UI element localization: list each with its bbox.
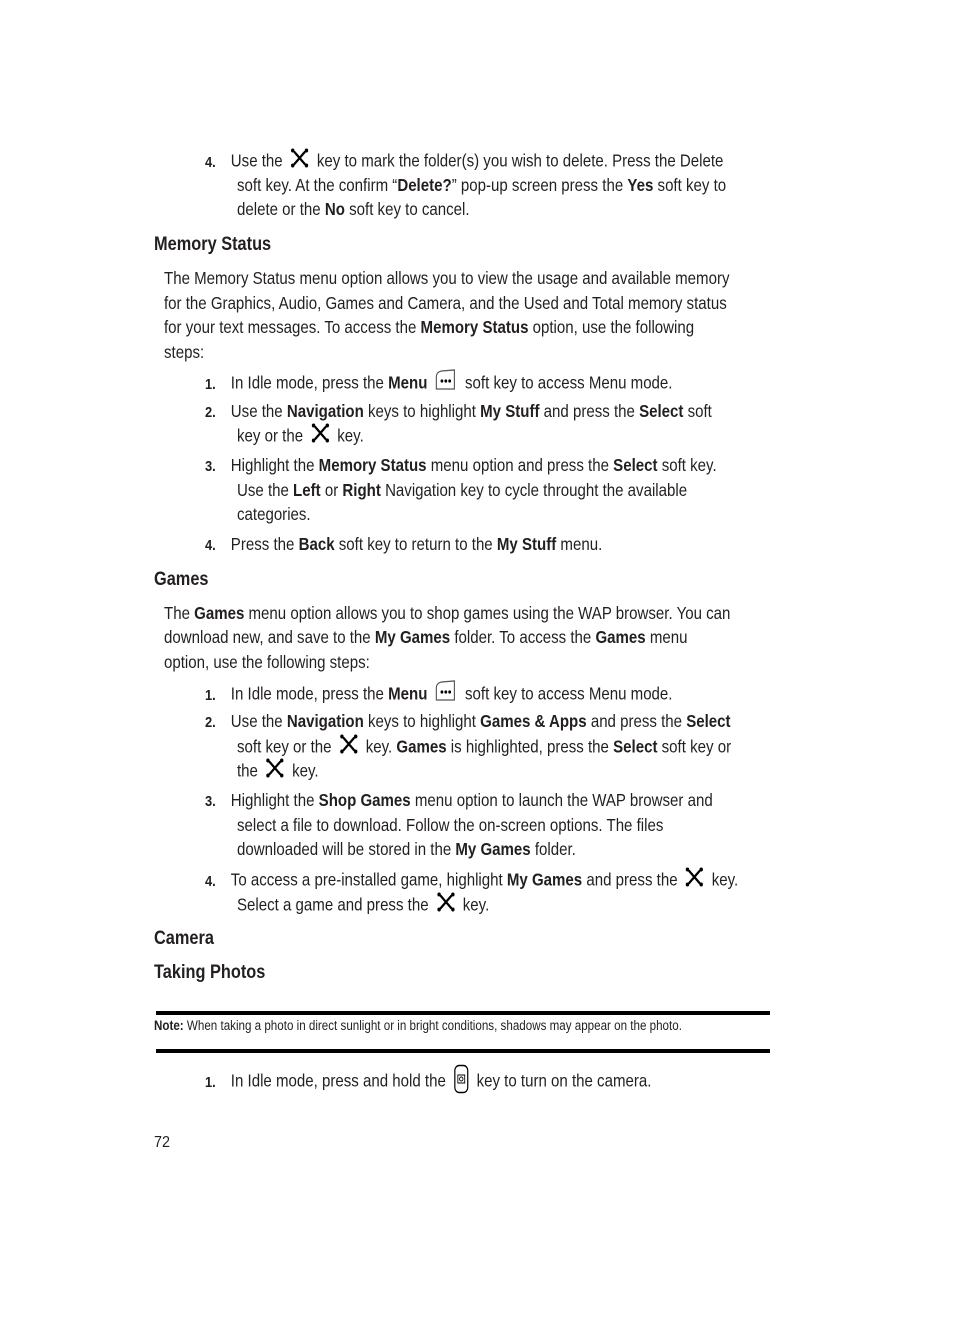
memory-step-2-line-2: key or the key.: [237, 423, 364, 449]
memory-step-4: 4. Press the Back soft key to return to t…: [205, 534, 603, 554]
section-heading-memory-status: Memory Status: [154, 234, 272, 255]
page-number: 72: [154, 1134, 171, 1151]
memory-status-paragraph-line-4: steps:: [164, 342, 205, 362]
memory-status-paragraph-line-1: The Memory Status menu option allows you…: [164, 268, 730, 288]
note-bottom-rule: [156, 1049, 770, 1053]
ok-key-icon: [266, 758, 285, 782]
ok-key-icon: [436, 892, 455, 916]
games-step-2-line-1: 2. Use the Navigation keys to highlight G…: [205, 711, 731, 731]
games-paragraph-line-2: download new, and save to the My Games f…: [164, 627, 688, 647]
games-step-3-line-2: select a file to download. Follow the on…: [237, 815, 664, 835]
games-paragraph-line-1: The Games menu option allows you to shop…: [164, 603, 731, 623]
step-4-delete-line-3: delete or the No soft key to cancel.: [237, 199, 470, 219]
ok-key-icon: [685, 867, 704, 891]
camera-step-1: 1. In Idle mode, press and hold the key t…: [205, 1064, 651, 1099]
games-step-2-line-3: the key.: [237, 758, 319, 784]
memory-status-paragraph-line-2: for the Graphics, Audio, Games and Camer…: [164, 293, 727, 313]
note-label: Note:: [154, 1018, 184, 1033]
menu-soft-key-icon: [435, 680, 457, 706]
games-step-3-line-3: downloaded will be stored in the My Game…: [237, 839, 576, 859]
note: Note: When taking a photo in direct sunl…: [154, 1018, 682, 1034]
memory-step-2-line-1: 2. Use the Navigation keys to highlight M…: [205, 401, 712, 421]
step-4-delete-line-1: 4. Use the key to mark the folder(s) you …: [205, 148, 723, 174]
memory-status-paragraph-line-3: for your text messages. To access the Me…: [164, 317, 695, 337]
camera-key-icon: [453, 1064, 469, 1098]
note-top-rule: [156, 1011, 770, 1015]
memory-step-1: 1. In Idle mode, press the Menu soft key …: [205, 369, 672, 397]
subheading-taking-photos: Taking Photos: [154, 962, 266, 983]
games-step-1: 1. In Idle mode, press the Menu soft key …: [205, 680, 672, 708]
memory-step-3-line-1: 3. Highlight the Memory Status menu optio…: [205, 455, 717, 475]
ok-key-icon: [311, 423, 330, 447]
games-step-2-line-2: soft key or the key. Games is highlighte…: [237, 734, 731, 760]
games-paragraph-line-3: option, use the following steps:: [164, 652, 370, 672]
note-text: When taking a photo in direct sunlight o…: [186, 1018, 682, 1033]
section-heading-camera: Camera: [154, 928, 214, 949]
ok-key-icon: [290, 148, 309, 172]
ok-key-icon: [339, 734, 358, 758]
memory-step-3-line-3: categories.: [237, 504, 311, 524]
games-step-3-line-1: 3. Highlight the Shop Games menu option t…: [205, 790, 713, 810]
menu-soft-key-icon: [435, 369, 457, 395]
memory-step-3-line-2: Use the Left or Right Navigation key to …: [237, 480, 688, 500]
games-step-4-line-2: Select a game and press the key.: [237, 892, 489, 918]
section-heading-games: Games: [154, 569, 209, 590]
step-4-delete-line-2: soft key. At the confirm “Delete?” pop-u…: [237, 175, 727, 195]
games-step-4-line-1: 4. To access a pre-installed game, highli…: [205, 867, 738, 893]
